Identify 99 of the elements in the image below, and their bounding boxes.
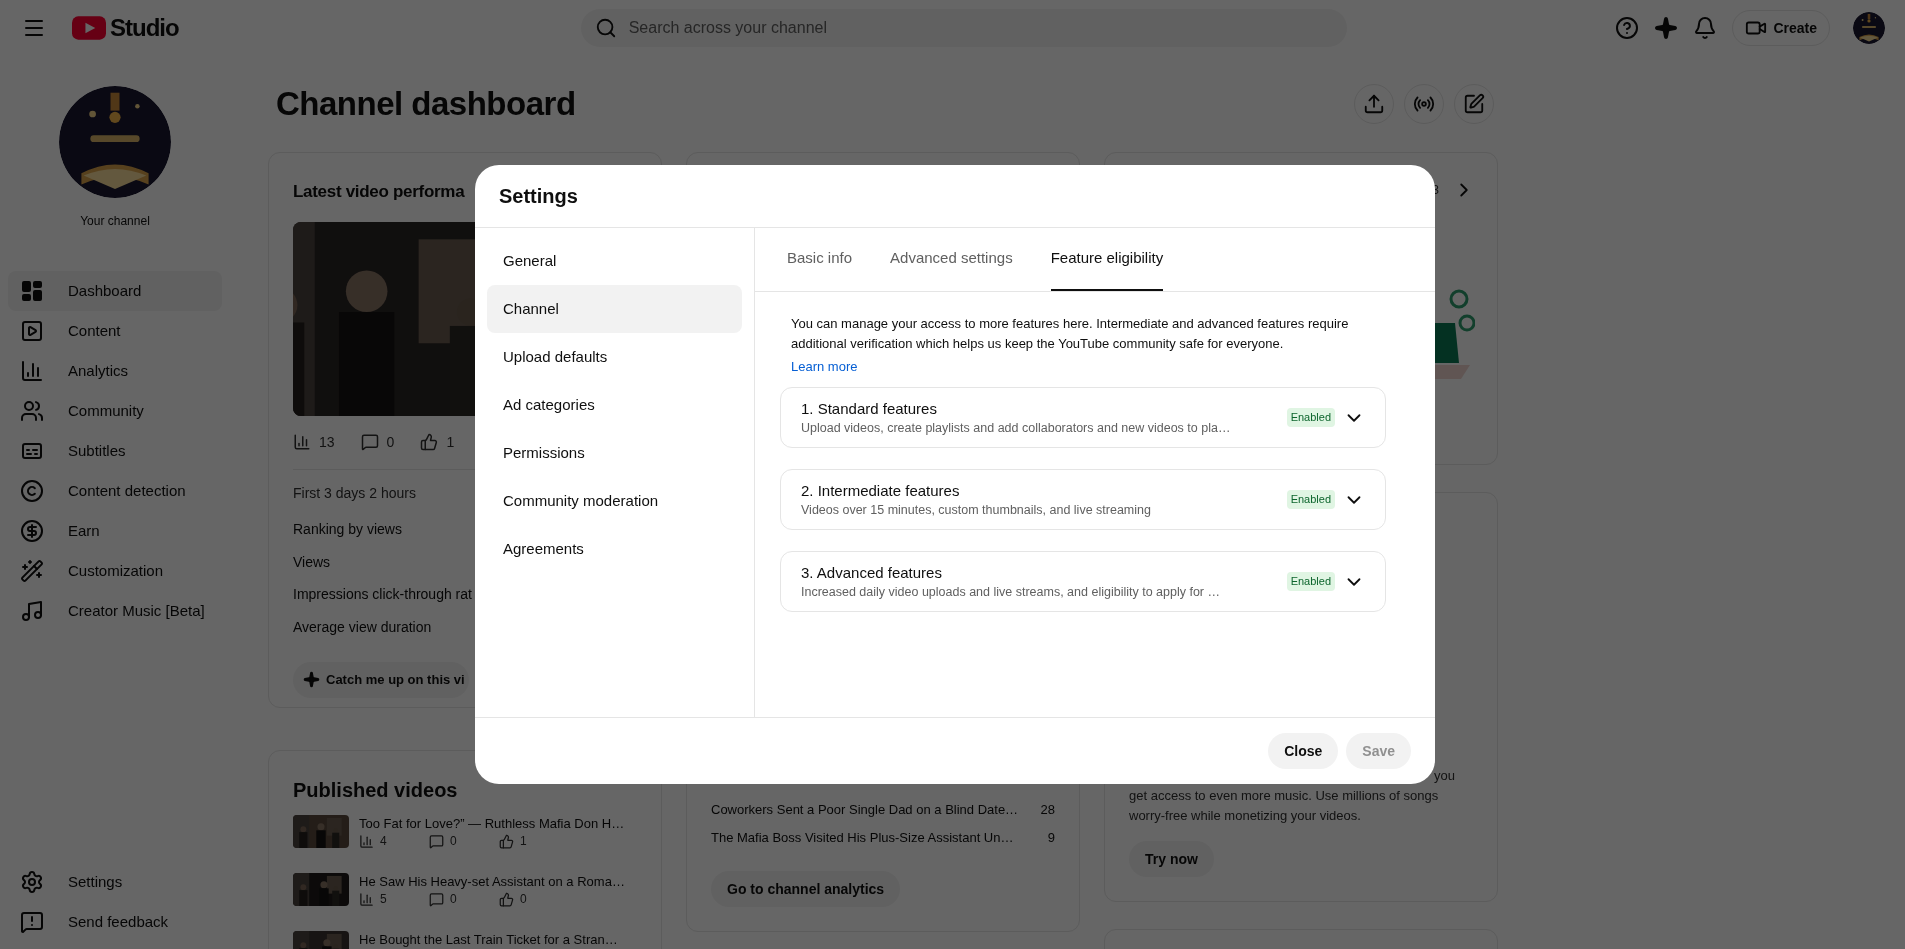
comment-icon <box>360 433 379 451</box>
sidebar-item[interactable]: Settings <box>8 862 222 902</box>
sidebar-item[interactable]: Dashboard <box>8 271 222 311</box>
search-field[interactable]: Search across your channel <box>580 9 1347 47</box>
sidebar-item[interactable]: Creator Music [Beta] <box>8 591 222 631</box>
search-icon <box>594 17 617 39</box>
feature-title: 3. Advanced features <box>801 562 943 583</box>
sparkle-icon[interactable] <box>1654 16 1679 40</box>
account-avatar[interactable] <box>1853 12 1885 44</box>
dashboard-icon <box>20 279 44 303</box>
bar-chart-icon <box>20 359 44 383</box>
catch-up-button[interactable]: Catch me up on this vi <box>293 661 469 698</box>
people-icon <box>20 399 44 423</box>
dollar-icon <box>20 519 44 543</box>
view-count: 9 <box>1047 829 1055 848</box>
feature-description: Increased daily video uploads and live streams, and eligibility to apply for … <box>801 583 1221 601</box>
play-icon <box>20 319 44 343</box>
sparkle-icon <box>303 671 320 688</box>
dialog-title: Settings <box>499 184 578 209</box>
feature-description: Videos over 15 minutes, custom thumbnails, and live streaming <box>801 501 1152 519</box>
stat-value: 1 <box>446 432 455 452</box>
video-title[interactable]: He Bought the Last Train Ticket for a Stran… <box>359 931 618 948</box>
settings-nav-item[interactable]: Permissions <box>487 429 742 477</box>
thumbs-up-icon <box>420 433 439 451</box>
magic-wand-icon <box>20 559 44 583</box>
feature-card[interactable]: 1. Standard features Upload videos, create playlists and add collaborators and new videos to pla… Enabled <box>780 387 1386 448</box>
sidebar-item[interactable]: Content detection <box>8 471 222 511</box>
stat-value: 0 <box>520 891 527 908</box>
tab[interactable]: Advanced settings <box>890 227 1013 291</box>
stat-value: 0 <box>450 833 457 850</box>
feature-card[interactable]: 2. Intermediate features Videos over 15 minutes, custom thumbnails, and live streaming Enabled <box>780 469 1386 530</box>
metric-label: Average view duration <box>293 617 432 637</box>
feature-title: 1. Standard features <box>801 398 938 419</box>
help-icon[interactable] <box>1615 16 1640 40</box>
play-logo-icon <box>72 16 106 40</box>
sidebar-item[interactable]: Customization <box>8 551 222 591</box>
feature-title: 2. Intermediate features <box>801 480 961 501</box>
settings-nav-item[interactable]: Community moderation <box>487 477 742 525</box>
thumbs-up-icon <box>499 891 514 907</box>
settings-nav-item[interactable]: Agreements <box>487 525 742 573</box>
stat-value: 0 <box>386 432 395 452</box>
video-title[interactable]: Too Fat for Love?” — Ruthless Mafia Don H… <box>359 815 625 832</box>
sidebar-item[interactable]: Earn <box>8 511 222 551</box>
thumbs-up-icon <box>499 833 514 849</box>
learn-more-link[interactable]: Learn more <box>791 359 858 374</box>
settings-nav-item[interactable]: Upload defaults <box>487 333 742 381</box>
stat-value: 13 <box>319 432 335 452</box>
view-count: 28 <box>1040 801 1055 820</box>
tab[interactable]: Basic info <box>787 227 853 291</box>
feedback-icon <box>20 910 44 934</box>
search-input[interactable]: Search across your channel <box>628 16 1333 40</box>
page-title: Channel dashboard <box>276 84 576 125</box>
stat-value: 5 <box>380 891 387 908</box>
bar-chart-icon <box>293 433 311 451</box>
comment-icon <box>429 833 444 849</box>
card-title: Latest video performa <box>293 181 465 203</box>
metric-label: Impressions click-through rat <box>293 585 472 605</box>
card-text: you <box>1434 767 1455 785</box>
video-title[interactable]: He Saw His Heavy-set Assistant on a Roma… <box>359 873 625 890</box>
card-title: Published videos <box>293 778 459 803</box>
dialog-button[interactable]: Close <box>1268 733 1339 769</box>
settings-nav-item[interactable]: Channel <box>487 285 742 333</box>
stat-value: 1 <box>520 833 527 850</box>
status-badge: Enabled <box>1286 408 1335 427</box>
intro-text: You can manage your access to more features here. Intermediate and advanced features require additional verification which helps us keep the YouTube community safe for everyone. <box>791 315 1350 353</box>
upload-icon <box>1363 93 1385 115</box>
status-badge: Enabled <box>1286 572 1335 591</box>
stat-value: 0 <box>450 891 457 908</box>
sidebar-item[interactable]: Community <box>8 391 222 431</box>
sidebar-item[interactable]: Content <box>8 311 222 351</box>
channel-analytics-button[interactable]: Go to channel analytics <box>711 871 901 907</box>
feature-description: Upload videos, create playlists and add collaborators and new videos to pla… <box>801 419 1232 437</box>
settings-icon <box>20 870 44 894</box>
tab[interactable]: Feature eligibility <box>1050 227 1164 291</box>
studio-logo-text: Studio <box>110 16 179 40</box>
card-text: worry-free while monetizing your videos. <box>1129 807 1361 825</box>
music-icon <box>20 599 44 623</box>
sidebar-item[interactable]: Subtitles <box>8 431 222 471</box>
notifications-icon[interactable] <box>1693 16 1718 40</box>
bar-chart-icon <box>359 833 374 849</box>
video-title[interactable]: Coworkers Sent a Poor Single Dad on a Blind Date… <box>711 800 1019 820</box>
edit-icon <box>1463 93 1485 115</box>
settings-nav-item[interactable]: Ad categories <box>487 381 742 429</box>
card-text: get access to even more music. Use millions of songs <box>1129 787 1439 805</box>
stat-value: 4 <box>380 833 387 850</box>
metric-label: Views <box>293 552 331 572</box>
status-badge: Enabled <box>1286 490 1335 509</box>
try-now-button[interactable]: Try now <box>1129 841 1214 877</box>
metric-label: Ranking by views <box>293 520 402 540</box>
copyright-icon <box>20 479 44 503</box>
sidebar-item[interactable]: Send feedback <box>8 902 222 942</box>
comment-icon <box>429 891 444 907</box>
your-channel-label[interactable]: Your channel <box>80 212 150 230</box>
settings-nav-item[interactable]: General <box>487 237 742 285</box>
bar-chart-icon <box>359 891 374 907</box>
sidebar-item[interactable]: Analytics <box>8 351 222 391</box>
video-title[interactable]: The Mafia Boss Visited His Plus-Size Assistant Un… <box>711 828 1014 848</box>
period-label: First 3 days 2 hours <box>293 483 416 503</box>
feature-card[interactable]: 3. Advanced features Increased daily video uploads and live streams, and eligibility to apply for … Enabled <box>780 551 1386 612</box>
